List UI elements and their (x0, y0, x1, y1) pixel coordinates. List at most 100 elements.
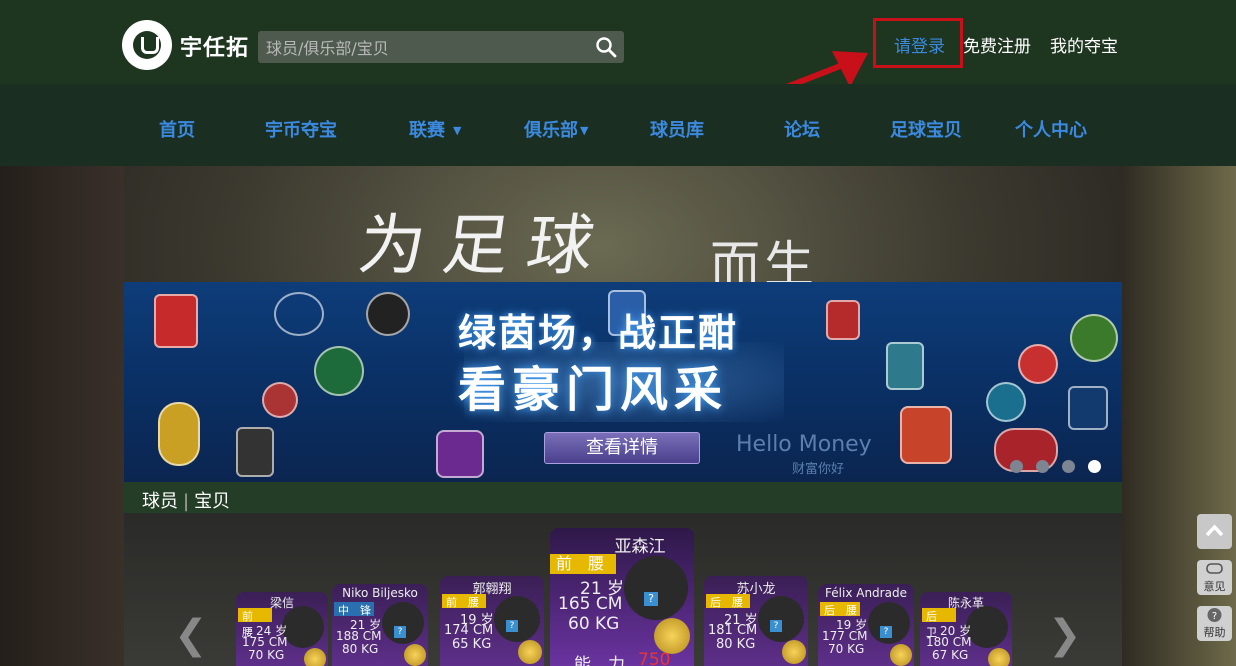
tab-babes[interactable]: 宝贝 (194, 491, 230, 512)
search-input[interactable] (264, 34, 588, 62)
player-position: 后 腰 (706, 594, 750, 609)
help-icon[interactable]: ? (770, 620, 782, 632)
player-card[interactable]: 郭翱翔 前 腰 19 岁 ? 174 CM 65 KG (440, 576, 544, 666)
view-details-button[interactable]: 查看详情 (544, 432, 700, 464)
club-badge-icon (1018, 344, 1058, 384)
club-badge-icon (1068, 386, 1108, 430)
club-badge-icon (1070, 314, 1118, 362)
feedback-button[interactable]: 意见 (1197, 560, 1232, 595)
search-icon[interactable] (594, 35, 618, 59)
nav-home[interactable]: 首页 (159, 116, 195, 142)
help-icon[interactable]: ? (506, 620, 518, 632)
promo-banner[interactable]: 绿茵场，战正酣 看豪门风采 Hello Money 财富你好 查看详情 (124, 282, 1122, 482)
help-icon[interactable]: ? (880, 626, 892, 638)
search-box (258, 31, 624, 63)
player-height: 180 CM (926, 635, 972, 649)
club-badge-icon (262, 382, 298, 418)
player-name: Félix Andrade (825, 586, 907, 600)
club-badge-icon (900, 406, 952, 464)
chevron-right-icon[interactable]: ❯ (1048, 612, 1082, 658)
paperclip-icon (1206, 563, 1223, 574)
player-card[interactable]: 陈永革 后 卫 20 岁 180 CM 67 KG (920, 592, 1012, 666)
club-badge-icon (236, 427, 274, 477)
carousel-dot[interactable] (1010, 460, 1023, 473)
player-card[interactable]: Niko Biljesko 中 锋 21 岁 ? 188 CM 80 KG (332, 584, 428, 666)
tab-players[interactable]: 球员 (142, 491, 178, 512)
player-position: 前 腰 (442, 594, 486, 609)
medal-icon (988, 648, 1010, 666)
club-badge-icon (314, 346, 364, 396)
my-treasure-link[interactable]: 我的夺宝 (1050, 32, 1118, 57)
nav-club[interactable]: 俱乐部 ▼ (524, 116, 588, 142)
logo-text[interactable]: 宇任拓 (180, 30, 249, 62)
banner-headline: 绿茵场，战正酣 (458, 311, 739, 355)
nav-forum[interactable]: 论坛 (784, 116, 820, 142)
player-weight: 70 KG (828, 642, 865, 656)
sponsor-name-cn: 财富你好 (792, 462, 845, 477)
nav-coin-treasure[interactable]: 宇币夺宝 (265, 116, 337, 142)
club-badge-icon (158, 402, 200, 466)
club-badge-icon (986, 382, 1026, 422)
back-to-top-button[interactable] (1197, 514, 1232, 549)
player-position: 后 卫 (922, 608, 956, 639)
player-height: 174 CM (444, 623, 494, 638)
player-position: 后 腰 (820, 602, 860, 617)
sponsor-name: Hello Money (736, 432, 872, 457)
banner-subheadline: 看豪门风采 (458, 362, 729, 418)
logo-icon[interactable] (122, 20, 172, 70)
player-height: 181 CM (708, 623, 758, 638)
player-card[interactable]: 苏小龙 后 腰 21 岁 ? 181 CM 80 KG (704, 576, 808, 666)
player-name: Niko Biljesko (342, 586, 418, 600)
player-position: 前 腰 (550, 554, 616, 574)
question-icon: ? (1207, 608, 1222, 622)
help-button[interactable]: ? 帮助 (1197, 606, 1232, 641)
player-weight: 67 KG (932, 648, 969, 662)
player-weight: 60 KG (568, 614, 620, 634)
player-weight: 65 KG (452, 637, 492, 652)
section-title: 球员 | 宝贝 (142, 491, 231, 512)
svg-text:?: ? (1212, 611, 1217, 622)
carousel-dot-active[interactable] (1088, 460, 1101, 473)
medal-icon (782, 640, 806, 664)
club-badge-icon (274, 292, 324, 336)
player-weight: 70 KG (248, 648, 285, 662)
player-position: 中 锋 (334, 602, 374, 617)
club-badge-icon (436, 430, 484, 478)
login-link[interactable]: 请登录 (894, 32, 945, 57)
club-badge-icon (154, 294, 198, 348)
ability-score: 750 (638, 650, 671, 666)
carousel-dot[interactable] (1036, 460, 1049, 473)
ability-label: 能 力 (574, 655, 625, 666)
club-badge-icon (826, 300, 860, 340)
player-height: 175 CM (242, 635, 288, 649)
nav-player-db[interactable]: 球员库 (650, 116, 704, 142)
help-icon[interactable]: ? (394, 626, 406, 638)
nav-league[interactable]: 联赛 ▼ (409, 116, 461, 142)
medal-icon (654, 618, 690, 654)
hero-slogan: 为足球 (353, 207, 617, 284)
medal-icon (404, 644, 426, 666)
player-position: 前 腰 (238, 608, 272, 639)
player-card-featured[interactable]: 亚森江 前 腰 21 岁 ? 165 CM 60 KG 能 力 750 (550, 528, 694, 666)
carousel-dot[interactable] (1062, 460, 1075, 473)
nav-football-babe[interactable]: 足球宝贝 (890, 116, 962, 142)
chevron-down-icon: ▼ (453, 124, 462, 137)
nav-personal-center[interactable]: 个人中心 (1015, 116, 1087, 142)
club-badge-icon (366, 292, 410, 336)
chevron-left-icon[interactable]: ❮ (174, 612, 208, 658)
medal-icon (890, 644, 912, 666)
player-card[interactable]: 梁信 前 腰 24 岁 175 CM 70 KG (236, 592, 328, 666)
player-height: 177 CM (822, 629, 868, 643)
section-header (124, 482, 1122, 513)
help-icon[interactable]: ? (644, 592, 658, 606)
player-weight: 80 KG (716, 637, 756, 652)
register-link[interactable]: 免费注册 (963, 32, 1031, 57)
player-card[interactable]: Félix Andrade 后 腰 19 岁 ? 177 CM 70 KG (818, 584, 914, 666)
club-badge-icon (886, 342, 924, 390)
medal-icon (518, 640, 542, 664)
player-height: 165 CM (558, 594, 623, 614)
player-height: 188 CM (336, 629, 382, 643)
player-weight: 80 KG (342, 642, 379, 656)
chevron-up-icon (1205, 524, 1224, 537)
chevron-down-icon: ▼ (580, 124, 589, 137)
